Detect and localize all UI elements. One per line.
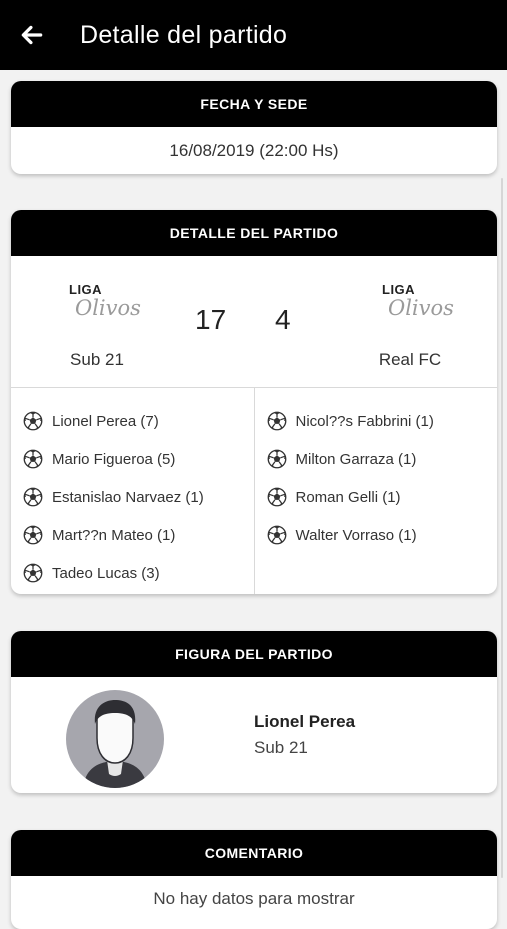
list-item: Tadeo Lucas (3) [11,554,254,592]
soccer-ball-icon [23,525,43,545]
scorer-label: Mart??n Mateo (1) [52,526,176,544]
match-datetime: 16/08/2019 (22:00 Hs) [169,140,339,160]
list-item: Mario Figueroa (5) [11,440,254,478]
scorer-label: Milton Garraza (1) [295,450,417,468]
scorer-label: Mario Figueroa (5) [52,450,176,468]
soccer-ball-icon [23,563,43,583]
away-team-name: Real FC [378,350,442,369]
comentario-header: COMENTARIO [11,830,497,876]
away-score: 4 [275,304,291,335]
soccer-ball-icon [23,449,43,469]
list-item: Nicol??s Fabbrini (1) [255,402,498,440]
logo-olivos-text: Olivos [388,296,454,320]
detalle-partido-header: DETALLE DEL PARTIDO [11,210,497,256]
scrollbar[interactable] [501,178,503,878]
back-button[interactable] [12,15,52,55]
list-item: Walter Vorraso (1) [255,516,498,554]
avatar [66,690,164,788]
page-title: Detalle del partido [80,20,288,49]
fecha-sede-card: FECHA Y SEDE 16/08/2019 (22:00 Hs) [11,81,497,174]
comentario-card: COMENTARIO No hay datos para mostrar [11,830,497,929]
home-score: 17 [195,304,227,335]
figure-player-name: Lionel Perea [254,712,356,731]
list-item: Mart??n Mateo (1) [11,516,254,554]
scorer-label: Walter Vorraso (1) [295,526,417,544]
soccer-ball-icon [23,487,43,507]
soccer-ball-icon [267,411,287,431]
scorer-label: Roman Gelli (1) [295,488,401,506]
detalle-partido-card: DETALLE DEL PARTIDO LIGA Olivos Sub 21 1… [11,210,497,594]
empty-state-text: No hay datos para mostrar [153,889,355,908]
logo-liga-text: LIGA [69,282,103,297]
logo-olivos-text: Olivos [75,296,141,320]
home-team-name: Sub 21 [70,350,124,369]
figura-body[interactable]: Lionel Perea Sub 21 [11,677,497,793]
scorer-label: Estanislao Narvaez (1) [52,488,204,506]
person-avatar-icon [83,700,147,788]
scorer-label: Nicol??s Fabbrini (1) [295,412,434,430]
soccer-ball-icon [267,487,287,507]
figura-partido-header: FIGURA DEL PARTIDO [11,631,497,677]
away-team-logo: LIGA Olivos [370,282,454,330]
figure-player-team: Sub 21 [254,738,308,757]
fecha-sede-header: FECHA Y SEDE [11,81,497,127]
home-team[interactable]: LIGA Olivos Sub 21 [37,282,157,370]
scorer-label: Lionel Perea (7) [52,412,159,430]
scorers-section: Lionel Perea (7) Mario Figueroa (5) Esta… [11,388,497,594]
figura-partido-card: FIGURA DEL PARTIDO Lionel Perea Sub 21 [11,631,497,793]
scoreboard: LIGA Olivos Sub 21 17 4 LIGA Olivos Real… [11,256,497,388]
list-item: Estanislao Narvaez (1) [11,478,254,516]
soccer-ball-icon [23,411,43,431]
scorer-label: Tadeo Lucas (3) [52,564,160,582]
away-scorers-list: Nicol??s Fabbrini (1) Milton Garraza (1)… [255,388,498,594]
app-bar: Detalle del partido [0,0,507,70]
home-scorers-list: Lionel Perea (7) Mario Figueroa (5) Esta… [11,388,255,594]
list-item: Milton Garraza (1) [255,440,498,478]
arrow-left-icon [21,25,43,45]
list-item: Roman Gelli (1) [255,478,498,516]
home-team-logo: LIGA Olivos [57,282,141,330]
logo-liga-text: LIGA [382,282,416,297]
soccer-ball-icon [267,525,287,545]
soccer-ball-icon [267,449,287,469]
away-team[interactable]: LIGA Olivos Real FC [350,282,470,370]
list-item: Lionel Perea (7) [11,402,254,440]
